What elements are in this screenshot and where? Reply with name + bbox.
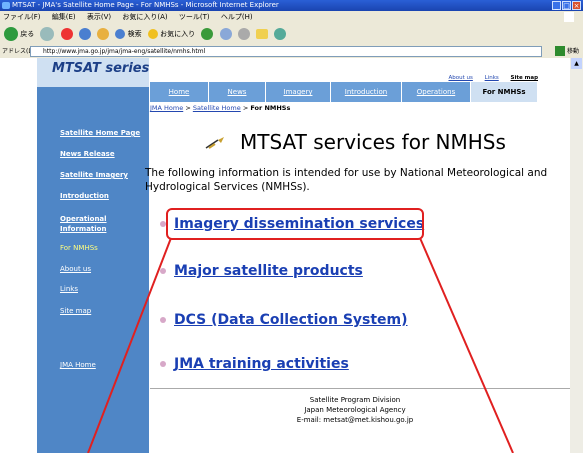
breadcrumb-separator: > — [185, 104, 191, 112]
footer: Satellite Program Division Japan Meteoro… — [145, 395, 565, 425]
favorites-label: お気に入り — [160, 30, 196, 38]
history-button[interactable] — [201, 23, 214, 45]
links-link[interactable]: Links — [485, 75, 499, 81]
footer-division: Satellite Program Division — [309, 396, 401, 404]
menu-favorites[interactable]: お気に入り(A) — [122, 13, 167, 21]
breadcrumb-satellite-home[interactable]: Satellite Home — [193, 104, 241, 112]
stop-button[interactable] — [60, 23, 73, 45]
footer-email: E-mail: metsat@met.kishou.go.jp — [296, 416, 414, 424]
sidebar-item-introduction[interactable]: Introduction — [60, 192, 109, 200]
tab-imagery[interactable]: Imagery — [266, 82, 330, 102]
folder-button[interactable] — [256, 23, 269, 45]
toolbar: 戻る 検索 お気に入り — [0, 23, 583, 45]
close-button[interactable]: × — [572, 1, 581, 10]
windows-logo-icon — [564, 12, 574, 22]
tab-introduction[interactable]: Introduction — [331, 82, 401, 102]
sidebar-item-links[interactable]: Links — [60, 285, 78, 293]
refresh-button[interactable] — [78, 23, 91, 45]
sidebar-item-satellite-home[interactable]: Satellite Home Page — [60, 129, 140, 137]
search-label: 検索 — [127, 30, 142, 38]
window-title: MTSAT - JMA's Satellite Home Page - For … — [12, 1, 279, 9]
address-input[interactable]: http://www.jma.go.jp/jma/jma-eng/satelli… — [30, 46, 542, 57]
menu-tools[interactable]: ツール(T) — [179, 13, 210, 21]
home-icon — [97, 28, 110, 40]
tab-news[interactable]: News — [209, 82, 265, 102]
vertical-scrollbar[interactable]: ▲ — [570, 58, 583, 453]
service-label: JMA training activities — [174, 356, 349, 372]
service-label: Major satellite products — [174, 263, 363, 279]
site-map-link[interactable]: Site map — [511, 75, 539, 81]
search-icon — [115, 29, 126, 39]
service-link-products[interactable]: Major satellite products — [160, 263, 363, 279]
footer-divider — [150, 388, 570, 389]
address-bar: アドレス(D) http://www.jma.go.jp/jma/jma-eng… — [0, 45, 583, 58]
messenger-button[interactable] — [274, 23, 287, 45]
service-link-dcs[interactable]: DCS (Data Collection System) — [160, 312, 408, 328]
breadcrumb-jma-home[interactable]: JMA Home — [150, 104, 183, 112]
messenger-icon — [274, 28, 287, 40]
forward-arrow-icon — [40, 27, 55, 41]
sidebar-item-news-release[interactable]: News Release — [60, 150, 115, 158]
sidebar-item-about-us[interactable]: About us — [60, 265, 91, 273]
page-content: MTSAT series About us Links Site map Hom… — [0, 58, 570, 453]
ie-icon — [2, 2, 10, 9]
menu-help[interactable]: ヘルプ(H) — [221, 13, 253, 21]
sidebar-item-jma-home[interactable]: JMA Home — [60, 361, 96, 369]
back-button[interactable]: 戻る — [4, 23, 34, 45]
footer-agency: Japan Meteorological Agency — [304, 406, 406, 414]
mail-icon — [219, 28, 232, 40]
mail-button[interactable] — [219, 23, 232, 45]
service-label: DCS (Data Collection System) — [174, 312, 408, 328]
service-link-training[interactable]: JMA training activities — [160, 356, 349, 372]
title-bar: MTSAT - JMA's Satellite Home Page - For … — [0, 0, 583, 11]
back-arrow-icon — [4, 27, 18, 41]
breadcrumb: JMA Home > Satellite Home > For NMHSs — [150, 104, 290, 112]
breadcrumb-separator: > — [242, 104, 249, 112]
sidebar-item-operational-information[interactable]: Operational Information — [60, 214, 120, 234]
print-icon — [237, 28, 250, 40]
highlight-box — [166, 208, 424, 240]
star-icon — [147, 29, 158, 39]
intro-text: The following information is intended fo… — [145, 167, 548, 193]
breadcrumb-current: For NMHSs — [250, 104, 291, 112]
print-button[interactable] — [237, 23, 250, 45]
folder-icon — [256, 29, 269, 39]
go-arrow-icon[interactable] — [555, 46, 565, 56]
tab-operations[interactable]: Operations — [402, 82, 470, 102]
search-button[interactable]: 検索 — [115, 23, 142, 45]
maximize-button[interactable]: □ — [562, 1, 571, 10]
menu-view[interactable]: 表示(V) — [87, 13, 111, 21]
go-button[interactable]: 移動 — [567, 45, 579, 58]
menu-file[interactable]: ファイル(F) — [3, 13, 41, 21]
page-title: MTSAT services for NMHSs — [240, 130, 506, 154]
minimize-button[interactable]: _ — [552, 1, 561, 10]
forward-button[interactable] — [40, 23, 55, 45]
satellite-icon — [205, 137, 224, 149]
bullet-icon — [160, 317, 166, 323]
bullet-icon — [160, 268, 166, 274]
about-us-link[interactable]: About us — [448, 75, 472, 81]
sidebar-item-for-nmhss: For NMHSs — [60, 244, 98, 252]
history-icon — [201, 28, 214, 40]
scroll-up-icon[interactable]: ▲ — [571, 58, 582, 69]
favorites-button[interactable]: お気に入り — [147, 23, 196, 45]
refresh-icon — [78, 28, 91, 40]
back-label: 戻る — [20, 30, 35, 38]
tab-home[interactable]: Home — [150, 82, 208, 102]
sidebar — [37, 87, 149, 453]
tab-for-nmhss[interactable]: For NMHSs — [471, 82, 537, 102]
stop-icon — [60, 28, 73, 40]
menu-edit[interactable]: 編集(E) — [52, 13, 76, 21]
top-links: About us Links Site map — [150, 75, 538, 81]
sidebar-item-satellite-imagery[interactable]: Satellite Imagery — [60, 171, 128, 179]
site-logo[interactable]: MTSAT series — [52, 61, 149, 76]
menu-bar: ファイル(F) 編集(E) 表示(V) お気に入り(A) ツール(T) ヘルプ(… — [0, 11, 583, 23]
home-button[interactable] — [97, 23, 110, 45]
bullet-icon — [160, 361, 166, 367]
sidebar-item-site-map[interactable]: Site map — [60, 307, 91, 315]
